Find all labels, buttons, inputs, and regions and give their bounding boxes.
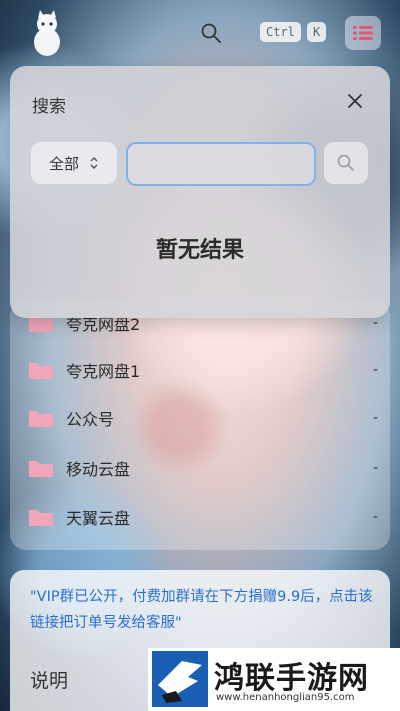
kbd-k: K [307,22,327,42]
list-item[interactable]: 夸克网盘1 - [28,355,378,385]
notice-title: 说明 [30,670,69,692]
list-item-size: - [372,410,378,426]
watermark-logo-icon [152,651,208,707]
list-menu-icon [353,26,373,40]
top-bar: Ctrl K [0,0,400,70]
watermark-name: 鸿联手游网 [214,661,369,696]
list-item-label: 夸克网盘1 [66,362,141,381]
empty-result-text: 暂无结果 [155,238,244,263]
kbd-ctrl: Ctrl [260,22,301,42]
chevron-updown-icon [90,157,98,169]
folder-icon [29,510,53,526]
list-item-label: 公众号 [66,410,115,429]
list-item-label: 移动云盘 [66,460,131,479]
search-icon[interactable] [200,22,222,44]
close-icon[interactable] [344,90,366,112]
scope-select[interactable]: 全部 [31,142,117,184]
search-submit-button[interactable] [324,142,368,184]
list-item-label: 天翼云盘 [66,509,131,528]
site-watermark: 鸿联手游网 www.henanhonglian95.com [148,648,400,711]
folder-icon [29,461,53,477]
cat-logo-icon[interactable] [30,10,64,58]
search-modal: 搜索 全部 暂无结果 [10,66,390,318]
folder-icon [29,363,53,379]
menu-button[interactable] [345,16,381,50]
search-icon [337,154,354,171]
vip-notice-link[interactable]: "VIP群已公开，付费加群请在下方捐赠9.9后，点击该链接把订单号发给客服" [30,584,375,636]
search-input[interactable] [126,142,316,186]
watermark-url: www.henanhonglian95.com [216,692,355,703]
folder-icon [29,411,53,427]
file-list-panel: 夸克网盘2 - 夸克网盘1 - 公众号 - 移动云盘 - 天翼云盘 - [10,300,390,550]
list-item-size: - [372,460,378,476]
list-item[interactable]: 移动云盘 - [28,453,378,483]
list-item[interactable]: 天翼云盘 - [28,502,378,532]
list-item-size: - [372,509,378,525]
scope-select-value: 全部 [48,154,79,173]
modal-title: 搜索 [32,97,66,117]
list-item-size: - [372,362,378,378]
list-item[interactable]: 公众号 - [28,403,378,433]
